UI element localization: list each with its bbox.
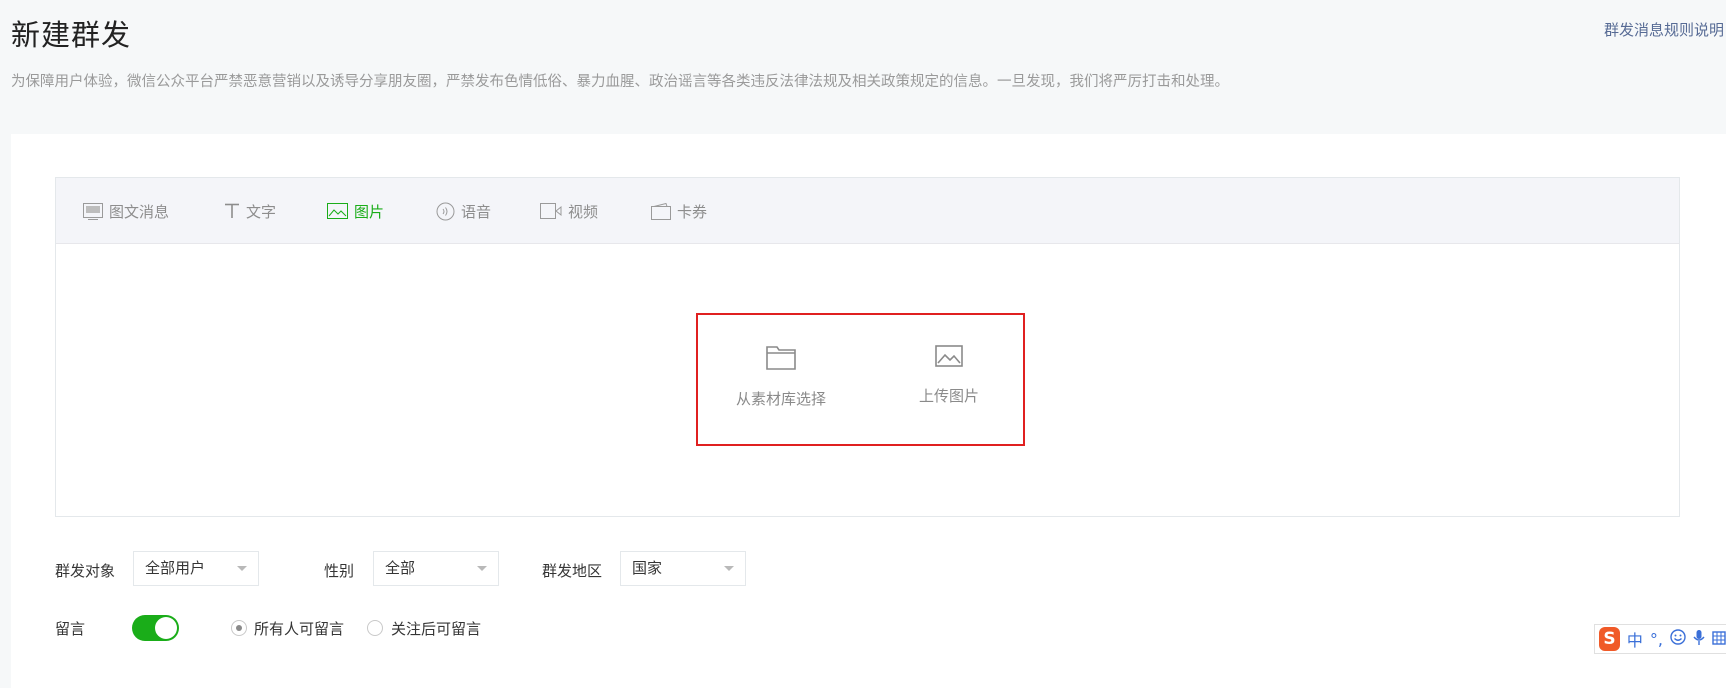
- folder-icon: [766, 345, 796, 374]
- gender-select[interactable]: 全部: [373, 551, 499, 586]
- emoji-icon[interactable]: [1670, 629, 1686, 649]
- tab-news[interactable]: 图文消息: [83, 178, 169, 244]
- ime-punctuation[interactable]: °,: [1650, 630, 1663, 649]
- tab-video-label: 视频: [568, 202, 599, 221]
- tab-voice-label: 语音: [461, 202, 492, 221]
- region-select[interactable]: 国家: [620, 551, 746, 586]
- text-icon: [224, 203, 240, 219]
- rules-link[interactable]: 群发消息规则说明: [1604, 19, 1724, 40]
- keyboard-icon[interactable]: [1712, 630, 1726, 649]
- ime-mode[interactable]: 中: [1627, 627, 1643, 651]
- comment-settings: 留言 所有人可留言 关注后可留言: [55, 613, 655, 643]
- tab-voice[interactable]: 语音: [436, 178, 491, 244]
- tab-card-label: 卡券: [677, 202, 708, 221]
- chevron-down-icon: [477, 566, 487, 571]
- message-editor: 图文消息 文字 图片 语音 视频 卡券 从素材库选择 上传图片: [55, 177, 1680, 517]
- tab-image[interactable]: 图片: [327, 178, 384, 244]
- toggle-knob: [155, 617, 177, 639]
- gender-select-value: 全部: [385, 559, 416, 577]
- select-from-library-label: 从素材库选择: [736, 390, 827, 408]
- ime-toolbar: S 中 °,: [1594, 624, 1726, 654]
- tab-image-label: 图片: [354, 202, 385, 221]
- notice-text: 为保障用户体验，微信公众平台严禁恶意营销以及诱导分享朋友圈，严禁发布色情低俗、暴…: [11, 74, 1229, 90]
- image-icon: [327, 203, 348, 219]
- page-title: 新建群发: [11, 18, 132, 52]
- gender-label: 性别: [324, 562, 355, 580]
- image-source-box: 从素材库选择 上传图片: [696, 313, 1025, 446]
- chevron-down-icon: [237, 566, 247, 571]
- radio-all-can-comment-label[interactable]: 所有人可留言: [254, 618, 344, 639]
- upload-image-icon: [935, 345, 963, 371]
- region-select-value: 国家: [632, 559, 663, 577]
- video-icon: [540, 203, 562, 219]
- message-type-tabs: 图文消息 文字 图片 语音 视频 卡券: [56, 178, 1679, 244]
- tab-text-label: 文字: [246, 202, 277, 221]
- target-select[interactable]: 全部用户: [133, 551, 259, 586]
- upload-image-button[interactable]: 上传图片: [919, 345, 979, 406]
- chevron-down-icon: [724, 566, 734, 571]
- ime-logo-icon[interactable]: S: [1599, 627, 1620, 651]
- voice-icon: [436, 202, 455, 221]
- card-icon: [651, 202, 671, 220]
- compose-card: 图文消息 文字 图片 语音 视频 卡券 从素材库选择 上传图片 群发对象 全部用…: [11, 134, 1726, 688]
- comment-label: 留言: [55, 620, 86, 638]
- tab-news-label: 图文消息: [109, 202, 170, 221]
- radio-followers-can-comment-label[interactable]: 关注后可留言: [391, 618, 481, 639]
- target-label: 群发对象: [55, 562, 116, 580]
- radio-all-can-comment[interactable]: [231, 620, 247, 636]
- comment-toggle[interactable]: [132, 615, 179, 641]
- send-filters: 群发对象 全部用户 性别 全部 群发地区 国家: [55, 551, 1255, 587]
- tab-text[interactable]: 文字: [224, 178, 276, 244]
- tab-video[interactable]: 视频: [540, 178, 598, 244]
- tab-card[interactable]: 卡券: [651, 178, 707, 244]
- radio-followers-can-comment[interactable]: [367, 620, 383, 636]
- select-from-library-button[interactable]: 从素材库选择: [736, 345, 826, 409]
- region-label: 群发地区: [542, 562, 603, 580]
- news-icon: [83, 202, 103, 220]
- page: 新建群发 群发消息规则说明 为保障用户体验，微信公众平台严禁恶意营销以及诱导分享…: [0, 0, 1726, 688]
- target-select-value: 全部用户: [145, 559, 206, 577]
- microphone-icon[interactable]: [1693, 629, 1705, 650]
- upload-image-label: 上传图片: [919, 387, 980, 405]
